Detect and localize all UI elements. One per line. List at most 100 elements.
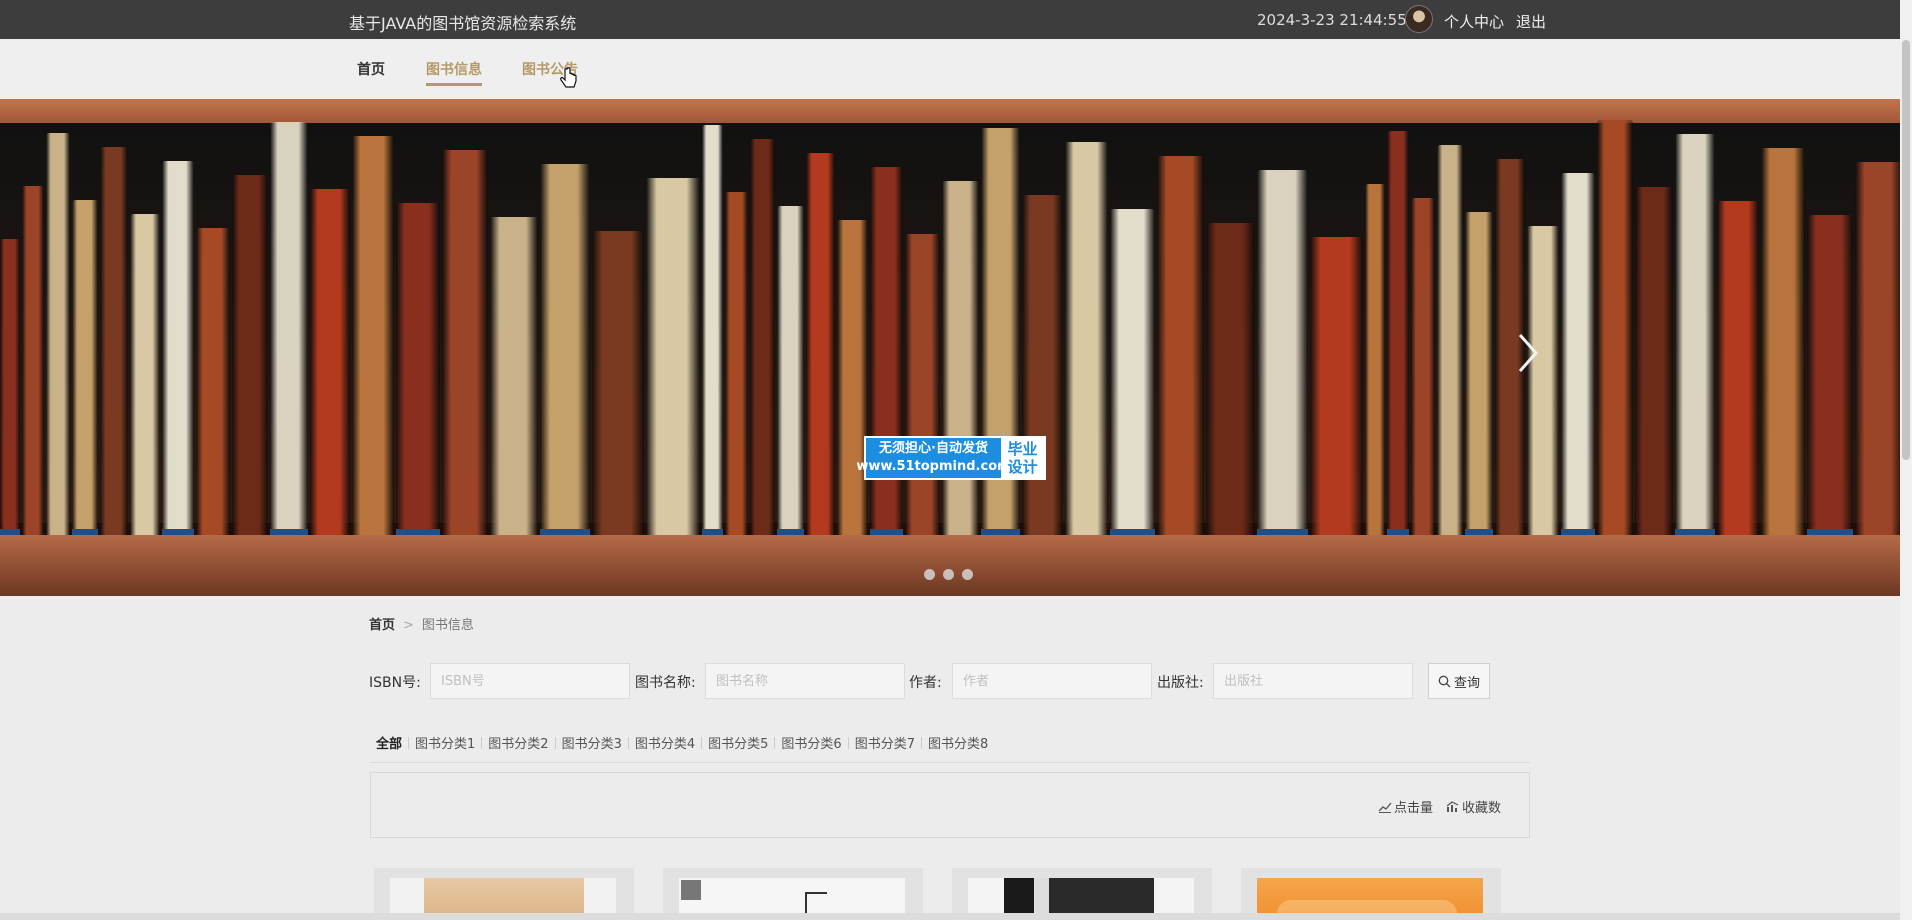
vertical-scrollbar[interactable] bbox=[1900, 0, 1912, 920]
user-avatar[interactable] bbox=[1405, 5, 1433, 33]
book-spine bbox=[1561, 173, 1595, 539]
publisher-input[interactable] bbox=[1213, 663, 1413, 699]
watermark-line1: 无须担心·自动发货 bbox=[879, 441, 988, 456]
book-spine bbox=[396, 203, 440, 539]
book-spine bbox=[942, 181, 979, 539]
stats-icon bbox=[1446, 800, 1459, 812]
sort-favorites-label: 收藏数 bbox=[1462, 801, 1502, 816]
book-spine bbox=[1310, 237, 1363, 539]
sort-clicks[interactable]: 点击量 bbox=[1378, 797, 1433, 816]
category-item[interactable]: 图书分类4 bbox=[629, 733, 701, 752]
main-nav: 首页 图书信息 图书公告 bbox=[0, 39, 1900, 99]
category-item[interactable]: 全部 bbox=[370, 733, 408, 752]
book-spine bbox=[1157, 156, 1204, 539]
category-item[interactable]: 图书分类2 bbox=[482, 733, 554, 752]
book-spine bbox=[442, 150, 488, 539]
book-spine bbox=[1365, 184, 1385, 539]
top-bar: 基于JAVA的图书馆资源检索系统 2024-3-23 21:44:55 个人中心… bbox=[0, 0, 1900, 39]
watermark-badge: 无须担心·自动发货 www.51topmind.com 毕业 设计 bbox=[856, 436, 1046, 480]
breadcrumb-home[interactable]: 首页 bbox=[369, 618, 395, 633]
book-spine bbox=[870, 167, 903, 539]
book-spine bbox=[130, 214, 160, 539]
sort-clicks-label: 点击量 bbox=[1394, 801, 1434, 816]
book-spine bbox=[750, 139, 775, 539]
breadcrumb-separator: > bbox=[403, 618, 414, 633]
book-spine bbox=[540, 164, 590, 539]
book-spine bbox=[905, 234, 940, 539]
book-spine bbox=[725, 192, 748, 539]
book-spine bbox=[1855, 162, 1900, 539]
category-item[interactable]: 图书分类3 bbox=[556, 733, 628, 752]
carousel-indicators bbox=[924, 569, 973, 580]
book-spine bbox=[232, 175, 268, 539]
book-name-input[interactable] bbox=[705, 663, 905, 699]
watermark-right2: 设计 bbox=[1007, 458, 1038, 476]
carousel-dot[interactable] bbox=[924, 569, 935, 580]
category-item[interactable]: 图书分类8 bbox=[922, 733, 994, 752]
site-title: 基于JAVA的图书馆资源检索系统 bbox=[349, 14, 577, 33]
category-divider bbox=[370, 762, 1530, 763]
book-spine bbox=[22, 186, 44, 539]
book-spine bbox=[1675, 134, 1715, 539]
book-spine bbox=[1761, 148, 1805, 539]
watermark-line2: www.51topmind.com bbox=[856, 459, 1011, 474]
book-spine bbox=[1206, 223, 1255, 539]
horizontal-scrollbar[interactable] bbox=[0, 913, 1900, 920]
book-spine bbox=[1022, 195, 1063, 539]
author-label: 作者: bbox=[909, 675, 942, 691]
nav-home[interactable]: 首页 bbox=[357, 59, 385, 79]
category-item[interactable]: 图书分类7 bbox=[849, 733, 921, 752]
watermark-right1: 毕业 bbox=[1007, 440, 1038, 458]
sort-bar: 点击量 收藏数 bbox=[370, 772, 1530, 838]
scrollbar-thumb[interactable] bbox=[1902, 40, 1910, 460]
book-spine bbox=[1465, 212, 1493, 539]
breadcrumb-current: 图书信息 bbox=[421, 618, 474, 633]
book-spine bbox=[592, 231, 644, 539]
book-spine bbox=[1807, 215, 1853, 539]
nav-books[interactable]: 图书信息 bbox=[426, 59, 482, 86]
book-spine bbox=[0, 239, 20, 539]
profile-link[interactable]: 个人中心 bbox=[1444, 11, 1504, 32]
category-item[interactable]: 图书分类1 bbox=[409, 733, 481, 752]
next-slide-icon[interactable] bbox=[1512, 331, 1542, 375]
book-spine bbox=[646, 178, 700, 539]
book-spine bbox=[72, 200, 98, 539]
shelf-bottom-board bbox=[0, 535, 1900, 596]
book-spine bbox=[46, 133, 70, 539]
banner-carousel[interactable]: 无须担心·自动发货 www.51topmind.com 毕业 设计 bbox=[0, 99, 1900, 596]
book-spine bbox=[702, 125, 723, 539]
book-spine bbox=[162, 161, 194, 539]
book-name-label: 图书名称: bbox=[635, 675, 696, 691]
trend-icon bbox=[1378, 802, 1392, 813]
logout-link[interactable]: 退出 bbox=[1516, 11, 1546, 32]
search-icon bbox=[1438, 675, 1451, 687]
current-datetime: 2024-3-23 21:44:55 bbox=[1257, 11, 1407, 29]
category-item[interactable]: 图书分类6 bbox=[775, 733, 847, 752]
book-spine bbox=[1437, 145, 1463, 539]
book-spine bbox=[806, 153, 835, 539]
book-spine bbox=[100, 147, 128, 539]
book-spine bbox=[1717, 201, 1759, 539]
search-button[interactable]: 查询 bbox=[1428, 663, 1490, 699]
category-filter: 全部 图书分类1 图书分类2 图书分类3 图书分类4 图书分类5 图书分类6 图书分类7 图书分… bbox=[370, 733, 994, 752]
book-spine bbox=[1527, 226, 1559, 539]
publisher-label: 出版社: bbox=[1157, 675, 1204, 691]
carousel-dot[interactable] bbox=[943, 569, 954, 580]
category-item[interactable]: 图书分类5 bbox=[702, 733, 774, 752]
book-spine bbox=[1387, 131, 1409, 539]
book-spine bbox=[490, 217, 538, 539]
book-spine bbox=[196, 228, 230, 539]
book-spine bbox=[777, 206, 804, 539]
book-spine bbox=[1635, 187, 1673, 539]
isbn-input[interactable] bbox=[430, 663, 630, 699]
hand-cursor-icon bbox=[560, 67, 577, 88]
book-spine bbox=[1110, 209, 1155, 539]
carousel-dot[interactable] bbox=[962, 569, 973, 580]
search-button-label: 查询 bbox=[1453, 675, 1480, 691]
book-spine bbox=[1257, 170, 1308, 539]
sort-favorites[interactable]: 收藏数 bbox=[1446, 797, 1501, 816]
author-input[interactable] bbox=[952, 663, 1152, 699]
breadcrumb: 首页 > 图书信息 bbox=[369, 614, 474, 633]
book-spine bbox=[1411, 198, 1435, 539]
book-spine bbox=[837, 220, 868, 539]
